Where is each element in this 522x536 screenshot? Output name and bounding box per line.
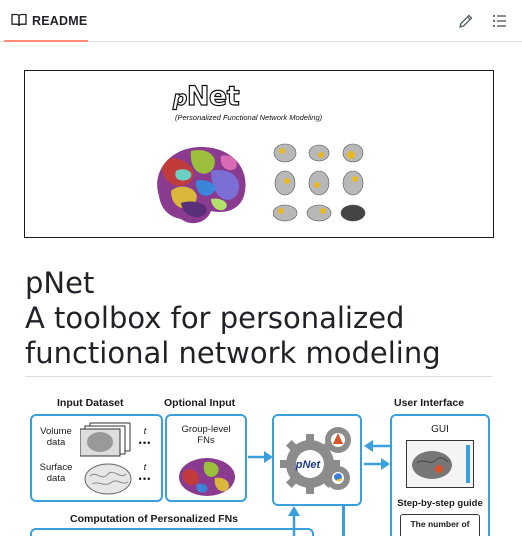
gui-brain-thumbnail: [412, 451, 452, 479]
label-computation-personalized-fns: Computation of Personalized FNs: [70, 513, 239, 525]
readme-heading: pNet A toolbox for personalized function…: [25, 266, 495, 371]
pnet-banner-image: pNet (Personalized Functional Network Mo…: [24, 70, 494, 238]
arrow-to-center: [248, 451, 273, 463]
heading-line-1: pNet: [25, 266, 95, 300]
brain-slices-grid: [273, 143, 366, 222]
pencil-icon[interactable]: [457, 12, 475, 30]
heading-line-3: functional network modeling: [25, 336, 441, 370]
group-level-fns-label: Group-level FNs: [181, 424, 231, 446]
brain-render-illustration: [157, 147, 246, 224]
tab-readme-label: README: [32, 14, 88, 28]
gui-scrollbar: [466, 445, 470, 483]
computation-box-top: [30, 528, 314, 536]
vertical-connector: [342, 506, 345, 536]
list-icon[interactable]: [491, 12, 509, 30]
surface-brain-illustration: [84, 463, 132, 495]
surface-data-label: Surface data: [39, 462, 73, 484]
step-by-step-guide-label: Step-by-step guide: [397, 498, 483, 509]
heading-line-2: A toolbox for personalized: [25, 301, 405, 335]
tab-readme[interactable]: README: [4, 0, 88, 42]
gui-window-thumbnail: [406, 440, 474, 488]
guide-panel: The number of: [400, 514, 480, 536]
input-dataset-box: Volume data Surface data t t ••• •••: [30, 414, 163, 502]
heading-divider: [25, 376, 493, 377]
label-input-dataset: Input Dataset: [57, 397, 124, 409]
banner-logo: pNet: [172, 80, 240, 112]
ellipsis-surface: •••: [138, 474, 152, 485]
ellipsis-volume: •••: [138, 438, 152, 449]
readme-header: README: [0, 0, 522, 42]
gui-label: GUI: [431, 424, 449, 435]
label-optional-input: Optional Input: [164, 397, 236, 409]
volume-data-label: Volume data: [40, 426, 72, 448]
pnet-core-box: pNet: [272, 414, 362, 506]
book-icon: [11, 13, 27, 27]
volume-stack-illustration: [80, 422, 131, 457]
t-label-volume: t: [143, 426, 147, 437]
number-of-label: The number of: [410, 519, 470, 529]
banner-subtitle: (Personalized Functional Network Modelin…: [175, 113, 323, 122]
group-fns-brain-illustration: [179, 458, 235, 496]
workflow-diagram-image: Input Dataset Optional Input User Interf…: [24, 392, 498, 536]
center-pnet-logo: pNet: [295, 459, 321, 471]
bidirectional-arrows: [364, 440, 390, 470]
label-user-interface: User Interface: [394, 397, 465, 409]
t-label-surface: t: [143, 462, 147, 473]
user-interface-box: GUI Step-by-step guide The number of: [390, 414, 490, 536]
optional-input-box: Group-level FNs: [165, 414, 247, 502]
